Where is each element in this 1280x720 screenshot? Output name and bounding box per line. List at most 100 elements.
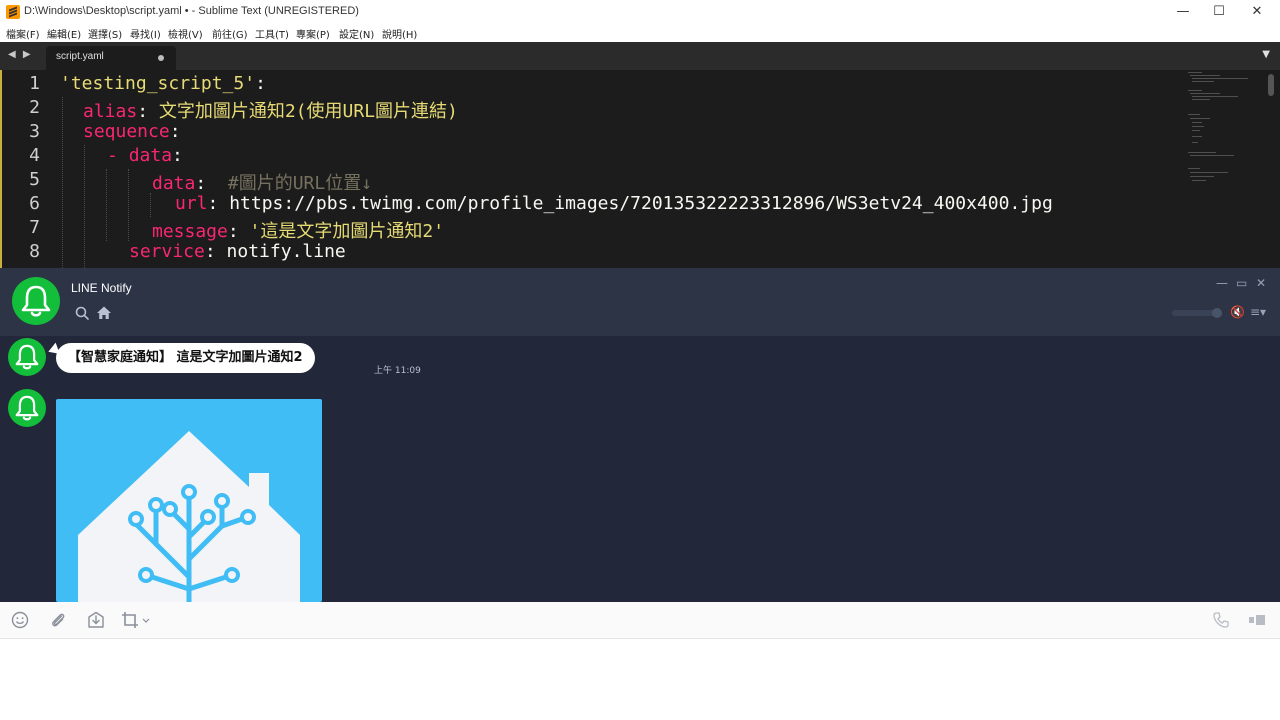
menu-view[interactable]: 檢視(V): [168, 26, 203, 41]
close-button[interactable]: ✕: [1234, 0, 1280, 24]
bell-icon: [15, 395, 39, 421]
code-line-8: service: notify.line: [129, 241, 346, 262]
menu-icon[interactable]: ≡▾: [1250, 305, 1266, 319]
menu-bar: 檔案(F) 編輯(E) 選擇(S) 尋找(I) 檢視(V) 前往(G) 工具(T…: [0, 24, 1280, 42]
minimap[interactable]: [1186, 70, 1266, 268]
code-line-5: data: #圖片的URL位置↓: [152, 169, 372, 195]
yaml-key: url: [175, 193, 208, 214]
yaml-colon: :: [137, 101, 159, 122]
line-notify-avatar[interactable]: [12, 277, 60, 325]
yaml-comment: #圖片的URL位置↓: [227, 173, 373, 194]
yaml-key: data: [152, 173, 196, 194]
line-number: 3: [29, 121, 40, 142]
video-icon[interactable]: [1248, 611, 1266, 629]
yaml-value: '這是文字加圖片通知2': [249, 221, 445, 242]
line-window: LINE Notify — ▭ ✕ 🔇 ≡▾ 【智慧家庭通知】 這是文字加圖片通…: [0, 268, 1280, 720]
emoji-icon[interactable]: [11, 611, 29, 629]
crop-icon[interactable]: [121, 611, 151, 629]
yaml-colon: :: [207, 193, 230, 214]
indent-guide: [84, 145, 85, 268]
menu-settings[interactable]: 設定(N): [339, 26, 374, 41]
message-image[interactable]: [56, 399, 322, 602]
menu-file[interactable]: 檔案(F): [6, 26, 40, 41]
code-line-3: sequence:: [83, 121, 181, 142]
line-number: 6: [29, 193, 40, 214]
indent-guide: [62, 97, 63, 268]
chat-title: LINE Notify: [71, 281, 132, 295]
line-number: 2: [29, 97, 40, 118]
input-toolbar: [0, 602, 1280, 639]
message-input[interactable]: [0, 639, 1280, 720]
menu-tools[interactable]: 工具(T): [255, 26, 289, 41]
call-icon[interactable]: [1212, 611, 1230, 629]
tab-nav-arrows[interactable]: ◀ ▶: [8, 49, 33, 60]
code-editor[interactable]: 1 2 3 4 5 6 7 8 'testing_script_5': alia…: [0, 70, 1280, 268]
yaml-key: data: [128, 145, 173, 166]
menu-goto[interactable]: 前往(G): [212, 26, 248, 41]
line-number: 1: [29, 73, 40, 94]
yaml-colon: :: [255, 73, 266, 94]
indent-guide: [128, 169, 129, 241]
menu-find[interactable]: 尋找(I): [130, 26, 161, 41]
menu-help[interactable]: 說明(H): [382, 26, 417, 41]
line-number-gutter: 1 2 3 4 5 6 7 8: [0, 70, 50, 268]
indent-guide: [106, 169, 107, 241]
yaml-key: message: [152, 221, 228, 242]
line-number: 7: [29, 217, 40, 238]
volume-slider-handle[interactable]: [1212, 308, 1222, 318]
menu-project[interactable]: 專案(P): [296, 26, 330, 41]
menu-selection[interactable]: 選擇(S): [88, 26, 122, 41]
line-close-button[interactable]: ✕: [1256, 276, 1266, 290]
code-line-1: 'testing_script_5':: [60, 73, 266, 94]
bell-icon: [15, 344, 39, 370]
chat-area: 【智慧家庭通知】 這是文字加圖片通知2 上午 11:09: [0, 336, 1280, 664]
yaml-colon: :: [172, 145, 183, 166]
yaml-value: notify.line: [226, 241, 346, 262]
code-line-4: - data:: [107, 145, 183, 166]
yaml-key: alias: [83, 101, 138, 122]
code-line-6: url: https://pbs.twimg.com/profile_image…: [175, 193, 1053, 214]
message-timestamp: 上午 11:09: [374, 366, 421, 376]
yaml-value: 文字加圖片通知2(使用URL圖片連結): [158, 101, 458, 122]
yaml-colon: :: [227, 221, 250, 242]
chat-header: LINE Notify — ▭ ✕ 🔇 ≡▾: [0, 268, 1280, 336]
sublime-logo-icon: [6, 5, 20, 19]
sublime-window: D:\Windows\Desktop\script.yaml • - Subli…: [0, 0, 1280, 268]
yaml-key: service: [129, 241, 205, 262]
line-number: 8: [29, 241, 40, 262]
input-area: [0, 602, 1280, 720]
save-icon[interactable]: [87, 611, 105, 629]
yaml-key: 'testing_script_5': [60, 73, 256, 94]
home-assistant-logo-icon: [78, 431, 300, 602]
sender-avatar[interactable]: [8, 389, 46, 427]
line-maximize-button[interactable]: ▭: [1236, 276, 1247, 290]
line-number: 5: [29, 169, 40, 190]
attach-icon[interactable]: [49, 611, 67, 629]
yaml-key: sequence: [83, 121, 170, 142]
modified-dot-icon[interactable]: [158, 55, 164, 61]
yaml-value: https://pbs.twimg.com/profile_images/720…: [229, 193, 1053, 214]
vertical-scrollbar[interactable]: [1268, 74, 1274, 96]
bell-icon: [21, 285, 51, 317]
menu-edit[interactable]: 編輯(E): [47, 26, 81, 41]
tab-dropdown-button[interactable]: ▼: [1262, 49, 1270, 60]
line-number: 4: [29, 145, 40, 166]
code-line-7: message: '這是文字加圖片通知2': [152, 217, 444, 243]
message-bubble[interactable]: 【智慧家庭通知】 這是文字加圖片通知2: [56, 343, 315, 373]
tab-script-yaml[interactable]: script.yaml: [46, 46, 176, 70]
search-icon[interactable]: [74, 305, 90, 321]
code-line-2: alias: 文字加圖片通知2(使用URL圖片連結): [83, 97, 458, 123]
sender-avatar[interactable]: [8, 338, 46, 376]
yaml-colon: :: [169, 121, 181, 142]
yaml-colon: :: [195, 173, 228, 194]
mute-icon[interactable]: 🔇: [1230, 305, 1245, 319]
tab-bar: ◀ ▶ script.yaml ▼: [0, 42, 1280, 70]
yaml-dash: -: [107, 145, 129, 166]
title-bar: D:\Windows\Desktop\script.yaml • - Subli…: [0, 0, 1280, 24]
indent-guide: [150, 193, 151, 217]
line-minimize-button[interactable]: —: [1216, 276, 1228, 290]
window-title: D:\Windows\Desktop\script.yaml • - Subli…: [24, 5, 359, 17]
tab-label: script.yaml: [56, 51, 104, 62]
home-icon[interactable]: [96, 305, 112, 321]
yaml-colon: :: [204, 241, 227, 262]
